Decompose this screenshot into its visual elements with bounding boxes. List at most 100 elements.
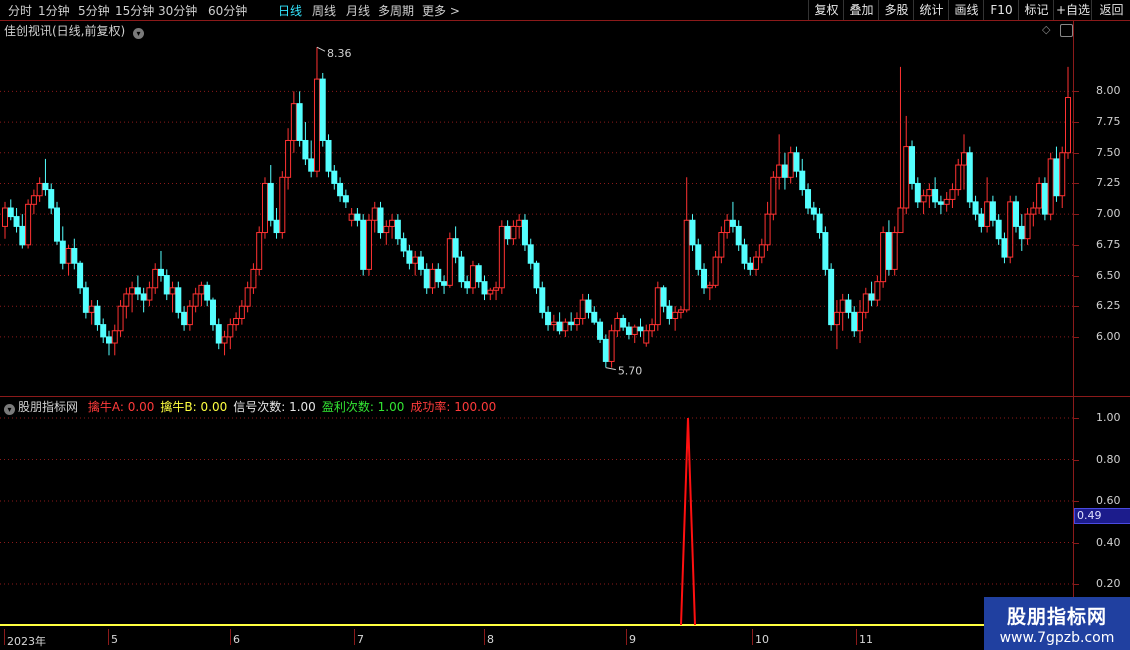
candle-body — [1047, 158, 1054, 215]
candle-body — [753, 256, 760, 270]
candle-body — [706, 284, 713, 289]
candle-body — [221, 336, 228, 344]
candle-body — [371, 207, 378, 221]
candle-body — [181, 311, 188, 326]
candle-body — [157, 268, 164, 277]
candle-body — [868, 293, 875, 301]
candle-body — [441, 281, 448, 286]
candle-body — [412, 256, 419, 264]
candle-body — [1059, 152, 1066, 197]
candle-body — [1018, 225, 1025, 240]
candle-body — [897, 207, 904, 234]
candle-body — [597, 321, 604, 340]
date-tick-mark — [4, 629, 5, 645]
candle-body — [469, 265, 476, 289]
candle-body — [36, 182, 43, 197]
candle-body — [129, 287, 136, 295]
candle-body — [602, 338, 609, 362]
date-tick-mark — [108, 629, 109, 645]
candle-body — [926, 189, 933, 197]
high-price-label: 8.36 — [327, 47, 352, 60]
candle-body — [787, 152, 794, 178]
candle-body — [111, 330, 118, 344]
candle-body — [666, 305, 673, 319]
date-tick-3: 7 — [357, 633, 364, 646]
candle-body — [105, 336, 112, 344]
candle-body — [585, 299, 592, 313]
candle-body — [833, 311, 840, 326]
candle-body — [914, 182, 921, 203]
kline-chart[interactable]: 8.36 5.70 — [0, 0, 1130, 650]
candle-body — [267, 182, 274, 221]
candle-body — [909, 146, 916, 184]
date-tick-mark — [626, 629, 627, 645]
candle-body — [146, 287, 153, 301]
candle-body — [660, 287, 667, 307]
candle-body — [348, 213, 355, 221]
candle-body — [857, 311, 864, 332]
candle-body — [429, 268, 436, 289]
candle-body — [30, 195, 37, 205]
candle-body — [140, 293, 147, 301]
candle-body — [770, 176, 777, 215]
candle-body — [822, 232, 829, 270]
candle-body — [1030, 207, 1037, 215]
candle-body — [966, 152, 973, 203]
candle-body — [637, 326, 644, 332]
candle-body — [972, 201, 979, 215]
candle-body — [82, 287, 89, 313]
candle-body — [331, 170, 338, 184]
date-tick-7: 11 — [859, 633, 873, 646]
date-axis — [0, 628, 1130, 650]
candle-body — [42, 182, 49, 191]
candle-body — [325, 139, 332, 172]
date-tick-2: 6 — [233, 633, 240, 646]
candle-body — [545, 311, 552, 326]
signal-spike — [680, 417, 696, 626]
candle-body — [591, 311, 598, 323]
candle-body — [845, 299, 852, 313]
candle-body — [65, 248, 72, 264]
candle-body — [233, 317, 240, 326]
candle-body — [1001, 238, 1008, 258]
date-tick-6: 10 — [755, 633, 769, 646]
date-tick-1: 5 — [111, 633, 118, 646]
candle-body — [955, 164, 962, 191]
candle-body — [308, 158, 315, 172]
candle-body — [244, 287, 251, 307]
candle-body — [285, 139, 292, 178]
candle-body — [186, 305, 193, 326]
candle-body — [724, 219, 731, 234]
date-tick-mark — [856, 629, 857, 645]
candle-body — [88, 305, 95, 313]
candle-body — [250, 268, 257, 289]
candle-body — [672, 311, 679, 319]
candle-body — [365, 219, 372, 270]
candle-body — [25, 203, 32, 246]
candle-body — [741, 244, 748, 264]
candle-body — [342, 195, 349, 203]
candle-body — [1024, 213, 1031, 240]
candle-body — [649, 324, 656, 332]
candle-body — [163, 275, 170, 295]
candle-body — [799, 170, 806, 191]
candle-body — [984, 201, 991, 227]
candle-body — [383, 225, 390, 234]
candle-body — [227, 324, 234, 338]
date-tick-mark — [230, 629, 231, 645]
candle-body — [134, 287, 141, 295]
candle-body — [961, 152, 968, 166]
candle-body — [1065, 97, 1071, 154]
candle-body — [256, 232, 263, 270]
candle-body — [521, 219, 528, 246]
candle-body — [13, 216, 20, 227]
candle-body — [510, 225, 517, 240]
candle-body — [683, 219, 690, 311]
candle-body — [209, 299, 216, 326]
candle-body — [885, 232, 892, 270]
candle-body — [701, 268, 708, 289]
low-price-label: 5.70 — [618, 365, 643, 378]
watermark-title: 股朋指标网 — [1006, 606, 1107, 628]
candle-body — [389, 219, 396, 227]
candle-body — [123, 293, 130, 307]
